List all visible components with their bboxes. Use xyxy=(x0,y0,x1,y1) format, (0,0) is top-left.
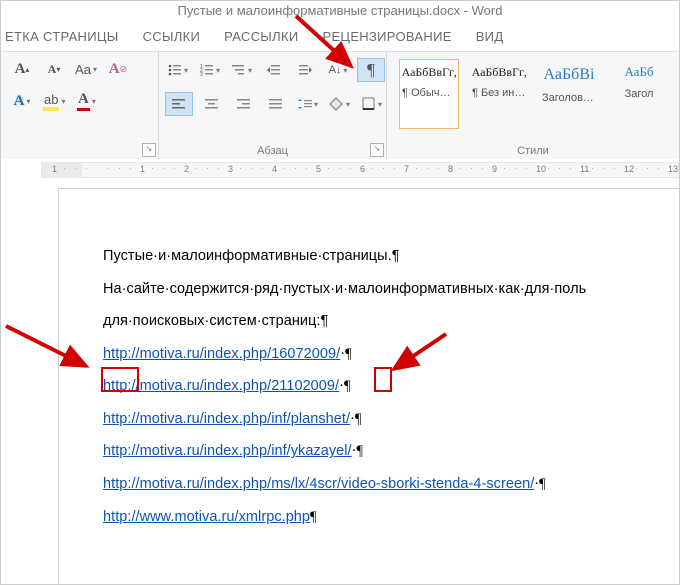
sort-icon: A↓ xyxy=(329,64,342,76)
tab-view[interactable]: ВИД xyxy=(476,29,504,44)
multilevel-list-button[interactable] xyxy=(229,59,255,81)
doc-para: http://motiva.ru/index.php/21102009/·¶ xyxy=(103,377,679,397)
multilevel-icon xyxy=(232,63,246,77)
doc-para: http://motiva.ru/index.php/inf/planshet/… xyxy=(103,410,679,430)
ribbon-tabs: ЕТКА СТРАНИЦЫ ССЫЛКИ РАССЫЛКИ РЕЦЕНЗИРОВ… xyxy=(1,29,679,44)
outdent-icon xyxy=(267,63,281,77)
numbering-button[interactable]: 123 xyxy=(197,59,223,81)
ribbon: A▴ A▾ Aa A⊘ A ab A ↘ 123 A↓ ¶ xyxy=(1,51,679,161)
font-group: A▴ A▾ Aa A⊘ A ab A ↘ xyxy=(1,52,159,160)
grow-font-button[interactable]: A▴ xyxy=(9,58,35,80)
align-justify-icon xyxy=(269,98,283,110)
shading-button[interactable] xyxy=(327,93,353,115)
doc-link[interactable]: http://www.motiva.ru/xmlrpc.php xyxy=(103,509,310,525)
numbering-icon: 123 xyxy=(200,63,214,77)
styles-group: АаБбВвГг, ¶ Обычный АаБбВвГг, ¶ Без инт.… xyxy=(387,52,679,160)
decrease-indent-button[interactable] xyxy=(261,59,287,81)
doc-para: http://motiva.ru/index.php/16072009/·¶ xyxy=(103,345,679,365)
tab-review[interactable]: РЕЦЕНЗИРОВАНИЕ xyxy=(322,29,451,44)
paragraph-group: 123 A↓ ¶ Абзац ↘ xyxy=(159,52,387,160)
highlight-icon: ab xyxy=(43,92,59,111)
bullets-button[interactable] xyxy=(165,59,191,81)
paragraph-dialog-launcher[interactable]: ↘ xyxy=(370,143,384,157)
align-left-icon xyxy=(172,98,186,110)
tab-page-layout[interactable]: ЕТКА СТРАНИЦЫ xyxy=(5,29,119,44)
doc-para: http://motiva.ru/index.php/ms/lx/4scr/vi… xyxy=(103,475,679,495)
align-right-button[interactable] xyxy=(231,93,257,115)
doc-link[interactable]: http://motiva.ru/index.php/inf/ykazayel/ xyxy=(103,443,352,459)
text-effects-button[interactable]: A xyxy=(9,90,35,112)
document-page[interactable]: Пустые·и·малоинформативные·страницы.¶ На… xyxy=(59,189,679,584)
doc-link[interactable]: http://motiva.ru/index.php/inf/planshet/ xyxy=(103,411,350,427)
style-no-spacing[interactable]: АаБбВвГг, ¶ Без инт... xyxy=(469,59,529,129)
doc-para: На·сайте·содержится·ряд·пустых·и·малоинф… xyxy=(103,280,679,300)
font-color-button[interactable]: A xyxy=(73,90,99,112)
paragraph-group-label: Абзац xyxy=(159,145,386,157)
show-hide-paragraph-button[interactable]: ¶ xyxy=(357,58,385,82)
borders-button[interactable] xyxy=(359,93,385,115)
line-spacing-icon xyxy=(298,97,312,111)
align-center-icon xyxy=(205,98,219,110)
doc-link[interactable]: http://motiva.ru/index.php/ms/lx/4scr/vi… xyxy=(103,476,534,492)
bullets-icon xyxy=(168,63,182,77)
shading-icon xyxy=(330,97,344,111)
styles-group-label: Стили xyxy=(387,145,679,157)
window-title: Пустые и малоинформативные страницы.docx… xyxy=(1,3,679,18)
style-normal[interactable]: АаБбВвГг, ¶ Обычный xyxy=(399,59,459,129)
shrink-font-button[interactable]: A▾ xyxy=(41,58,67,80)
line-spacing-button[interactable] xyxy=(295,93,321,115)
doc-para: Пустые·и·малоинформативные·страницы.¶ xyxy=(103,247,679,267)
clear-formatting-button[interactable]: A⊘ xyxy=(105,58,131,80)
style-heading2[interactable]: АаБб Загол xyxy=(609,59,669,129)
align-center-button[interactable] xyxy=(199,93,225,115)
svg-text:3: 3 xyxy=(200,72,203,77)
align-right-icon xyxy=(237,98,251,110)
align-left-button[interactable] xyxy=(165,92,193,116)
font-dialog-launcher[interactable]: ↘ xyxy=(142,143,156,157)
doc-link[interactable]: http://motiva.ru/index.php/21102009/ xyxy=(103,378,339,394)
change-case-button[interactable]: Aa xyxy=(73,58,99,80)
indent-icon xyxy=(299,63,313,77)
doc-para: для·поисковых·систем·страниц:¶ xyxy=(103,312,679,332)
horizontal-ruler[interactable]: 1······1···2···3···4···5···6···7···8···9… xyxy=(1,159,679,179)
tab-references[interactable]: ССЫЛКИ xyxy=(143,29,201,44)
doc-para: http://www.motiva.ru/xmlrpc.php¶ xyxy=(103,508,679,528)
tab-mailings[interactable]: РАССЫЛКИ xyxy=(224,29,298,44)
sort-button[interactable]: A↓ xyxy=(325,59,351,81)
borders-icon xyxy=(362,97,376,111)
highlight-button[interactable]: ab xyxy=(41,90,67,112)
pilcrow-icon: ¶ xyxy=(367,60,375,80)
style-heading1[interactable]: АаБбВі Заголово... xyxy=(539,59,599,129)
doc-link[interactable]: http://motiva.ru/index.php/16072009/ xyxy=(103,346,340,362)
increase-indent-button[interactable] xyxy=(293,59,319,81)
align-justify-button[interactable] xyxy=(263,93,289,115)
doc-para: http://motiva.ru/index.php/inf/ykazayel/… xyxy=(103,442,679,462)
